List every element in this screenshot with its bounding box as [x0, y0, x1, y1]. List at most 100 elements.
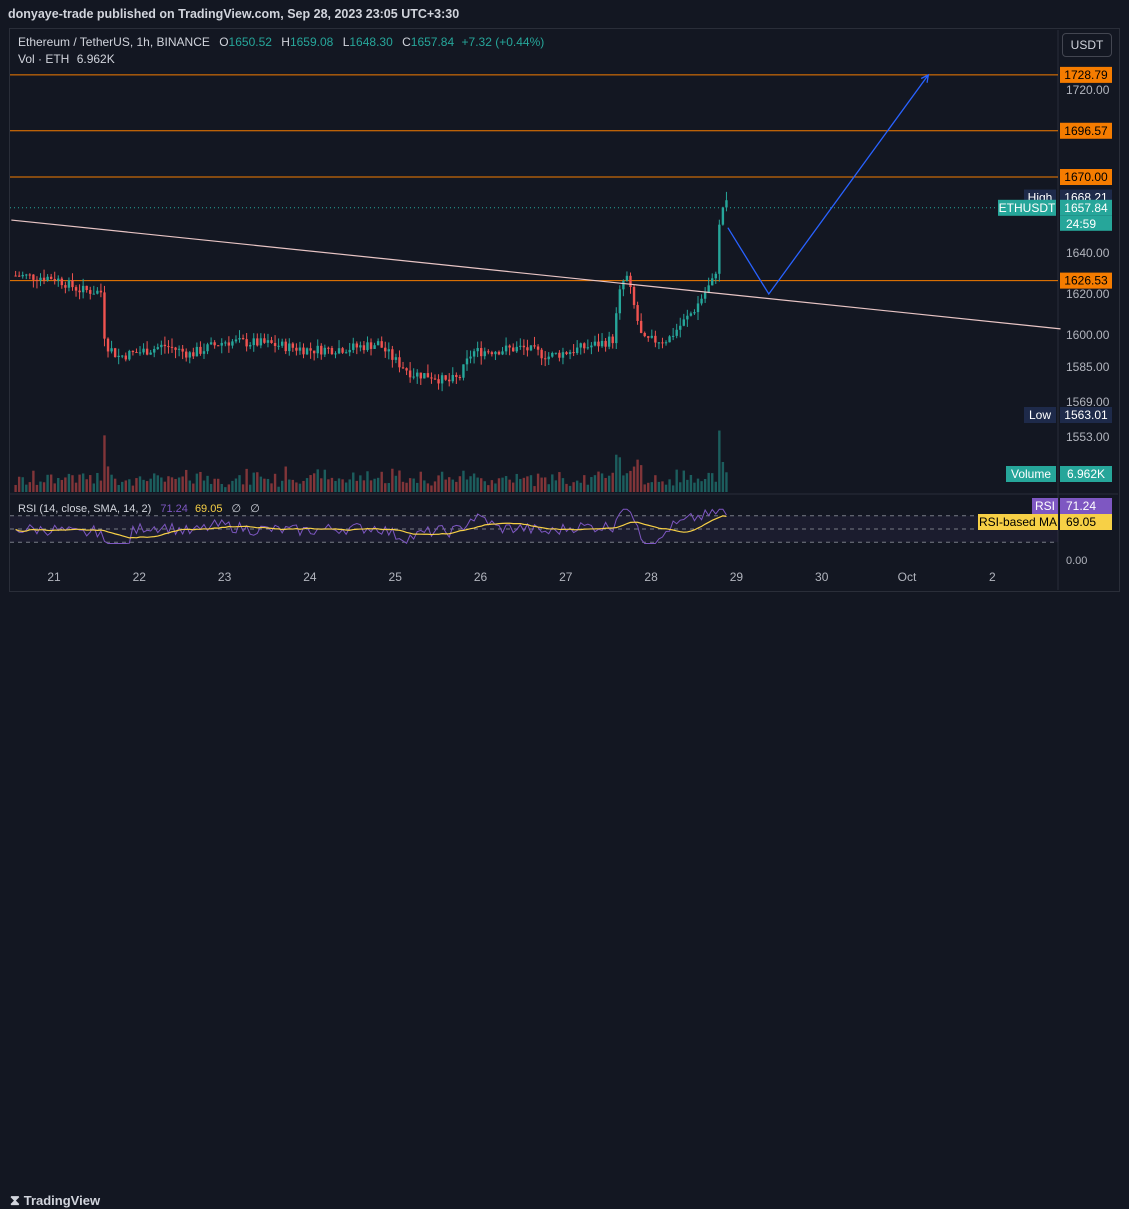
candle-body: [224, 342, 227, 344]
volume-bar: [561, 478, 565, 492]
volume-bar: [714, 481, 717, 492]
volume-bar: [330, 477, 334, 492]
volume-bar: [280, 480, 284, 492]
candle-body: [273, 342, 277, 347]
bottom-bar: ⧗ TradingView: [0, 592, 1129, 1208]
volume-bar: [668, 479, 671, 492]
volume-bar: [323, 469, 327, 492]
volume-bar: [202, 480, 206, 492]
symbol-name[interactable]: Ethereum / TetherUS, 1h, BINANCE: [18, 35, 210, 49]
candle-body: [366, 342, 369, 351]
volume-bar: [632, 466, 636, 492]
volume-bar: [451, 479, 454, 492]
volume-bar: [170, 477, 174, 492]
volume-bar: [252, 472, 255, 492]
currency-button[interactable]: USDT: [1062, 33, 1112, 57]
volume-bar: [156, 475, 159, 492]
candle-body: [14, 275, 17, 277]
y-tick-label: 1569.00: [1066, 395, 1110, 409]
candle-body: [408, 370, 412, 378]
descending-trendline[interactable]: [11, 219, 1061, 330]
candle-body: [131, 350, 135, 353]
candle-body: [42, 277, 46, 281]
candle-body: [352, 343, 355, 350]
candle-body: [106, 338, 110, 352]
candle-body: [316, 345, 319, 354]
x-tick-label: 21: [47, 570, 61, 584]
candle-body: [234, 339, 238, 342]
volume-bar: [181, 476, 184, 492]
candle-body: [622, 280, 625, 290]
volume-bar: [334, 480, 337, 492]
volume-bar: [327, 479, 330, 492]
volume-bar: [78, 474, 81, 492]
candle-body: [654, 335, 657, 343]
volume-bar: [661, 481, 664, 492]
candle-body: [57, 278, 60, 281]
x-tick-label: 2: [989, 570, 996, 584]
candle-body: [547, 356, 550, 360]
volume-bar: [153, 473, 156, 492]
volume-bar: [49, 474, 53, 492]
rsi-ma-badge-label: RSI-based MA: [979, 515, 1057, 529]
x-tick-label: Oct: [898, 570, 917, 584]
symbol-legend[interactable]: Ethereum / TetherUS, 1h, BINANCE O1650.5…: [18, 35, 544, 49]
volume-bar: [689, 474, 693, 492]
price-chart[interactable]: 1720.00 1640.00 1620.00 1600.00 1585.00 1569.…: [0, 0, 1129, 626]
volume-bar: [416, 482, 419, 492]
open-label: O: [219, 35, 229, 49]
candle-body: [74, 287, 78, 291]
candle-body: [17, 275, 21, 277]
candle-body: [337, 348, 341, 354]
candle-body: [284, 341, 287, 352]
candle-body: [412, 376, 415, 378]
projection-path[interactable]: [727, 74, 929, 296]
candle-body: [156, 347, 159, 349]
volume-label: Volume: [1011, 467, 1051, 481]
candle-body: [192, 352, 195, 357]
candle-body: [344, 352, 348, 354]
candle-body: [536, 346, 540, 350]
volume-bar: [298, 483, 302, 492]
volume-bar: [188, 480, 191, 492]
volume-bar: [703, 478, 707, 492]
rsi-legend[interactable]: RSI (14, close, SMA, 14, 2) 71.24 69.05 …: [18, 502, 260, 515]
change-value: +7.32 (+0.44%): [461, 35, 545, 49]
volume-bar: [96, 472, 99, 492]
volume-bar: [124, 480, 127, 492]
volume-bar: [209, 483, 213, 492]
candle-body: [433, 378, 437, 380]
volume-bar: [85, 479, 88, 492]
candle-body: [526, 347, 529, 351]
tradingview-logo[interactable]: ⧗ TradingView: [10, 1192, 100, 1209]
candle-body: [92, 293, 96, 295]
volume-legend[interactable]: Vol · ETH 6.962K: [18, 52, 115, 66]
volume-bar: [462, 470, 465, 492]
volume-bar: [611, 472, 614, 492]
candle-body: [551, 352, 554, 357]
volume-bar: [686, 479, 689, 492]
rsi-ma-value-label: 69.05: [1066, 515, 1096, 529]
candle-body: [440, 375, 444, 384]
volume-bar: [590, 477, 593, 492]
volume-bar: [480, 478, 483, 492]
volume-bar: [551, 474, 554, 492]
candle-body: [177, 348, 181, 350]
candle-body: [593, 341, 597, 346]
candle-body: [465, 358, 469, 365]
candle-body: [195, 346, 199, 357]
candle-body: [703, 292, 707, 299]
x-tick-label: 29: [730, 570, 744, 584]
candle-body: [490, 352, 494, 355]
candle-body: [245, 339, 248, 347]
candle-body: [675, 329, 678, 336]
volume-bar: [472, 473, 476, 492]
candle-body: [529, 345, 533, 351]
volume-bar: [501, 477, 504, 492]
volume-bar: [224, 487, 227, 492]
volume-bar: [511, 482, 515, 492]
candle-body: [540, 349, 543, 359]
candle-body: [153, 348, 156, 353]
volume-bar: [508, 479, 511, 492]
volume-bar: [568, 485, 572, 492]
